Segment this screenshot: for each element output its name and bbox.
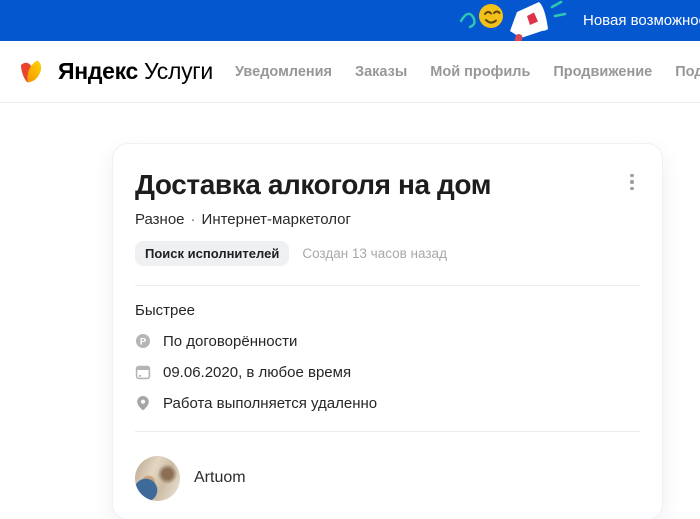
brand-wordmark: Яндекс Услуги [58, 58, 213, 85]
order-title: Доставка алкоголя на дом [135, 169, 492, 200]
brand-second-word: Услуги [144, 58, 213, 84]
category-secondary[interactable]: Интернет-маркетолог [202, 211, 351, 228]
calendar-icon [135, 365, 151, 380]
ruble-icon: Р [136, 334, 150, 349]
squiggle-icon [459, 12, 476, 29]
nav-item-promotion[interactable]: Продвижение [553, 64, 652, 80]
divider-top [135, 284, 640, 286]
nav-item-subscriptions[interactable]: Подписки [675, 64, 700, 80]
author-row[interactable]: Artuom [135, 444, 640, 501]
price-text: По договорённости [163, 332, 298, 350]
location-row: Работа выполняется удаленно [135, 395, 640, 412]
top-navigation: Яндекс Услуги Уведомления Заказы Мой проф… [0, 41, 700, 103]
yandex-uslugi-logo-icon [21, 60, 42, 82]
order-description: Быстрее [135, 301, 196, 319]
status-row: Поиск исполнителей Создан 13 часов назад [135, 240, 640, 266]
megaphone-emoji-illustration [459, 0, 567, 41]
svg-text:Р: Р [140, 336, 147, 347]
price-row: Р По договорённости [135, 333, 640, 350]
status-badge: Поиск исполнителей [135, 240, 290, 266]
category-primary[interactable]: Разное [135, 211, 185, 228]
category-separator: · [190, 210, 196, 228]
main-content-area: Доставка алкоголя на дом Разное · Интернет… [0, 104, 700, 519]
author-avatar[interactable] [135, 455, 180, 501]
card-menu-button[interactable] [622, 170, 642, 194]
date-text: 09.06.2020, в любое время [163, 363, 352, 381]
nav-menu: Уведомления Заказы Мой профиль Продвижен… [235, 64, 700, 80]
yandex-uslugi-logo[interactable]: Яндекс Услуги [18, 57, 213, 87]
banner-promo-text: Новая возможность [583, 12, 700, 29]
divider-bottom [135, 430, 640, 432]
order-card: Доставка алкоголя на дом Разное · Интернет… [112, 143, 663, 519]
smiley-emoji-icon [479, 4, 503, 28]
promo-banner[interactable]: Новая возможность [0, 0, 700, 41]
nav-item-notifications[interactable]: Уведомления [235, 64, 332, 80]
order-categories: Разное · Интернет-маркетолог [135, 211, 640, 228]
location-text: Работа выполняется удаленно [163, 394, 378, 412]
nav-item-orders[interactable]: Заказы [355, 64, 407, 80]
author-name: Artuom [194, 469, 246, 487]
location-icon [137, 396, 149, 411]
megaphone-icon [510, 0, 567, 41]
nav-item-my-profile[interactable]: Мой профиль [430, 64, 530, 80]
date-row: 09.06.2020, в любое время [135, 364, 640, 381]
brand-first-word: Яндекс [58, 58, 139, 84]
created-timestamp: Создан 13 часов назад [302, 245, 447, 261]
